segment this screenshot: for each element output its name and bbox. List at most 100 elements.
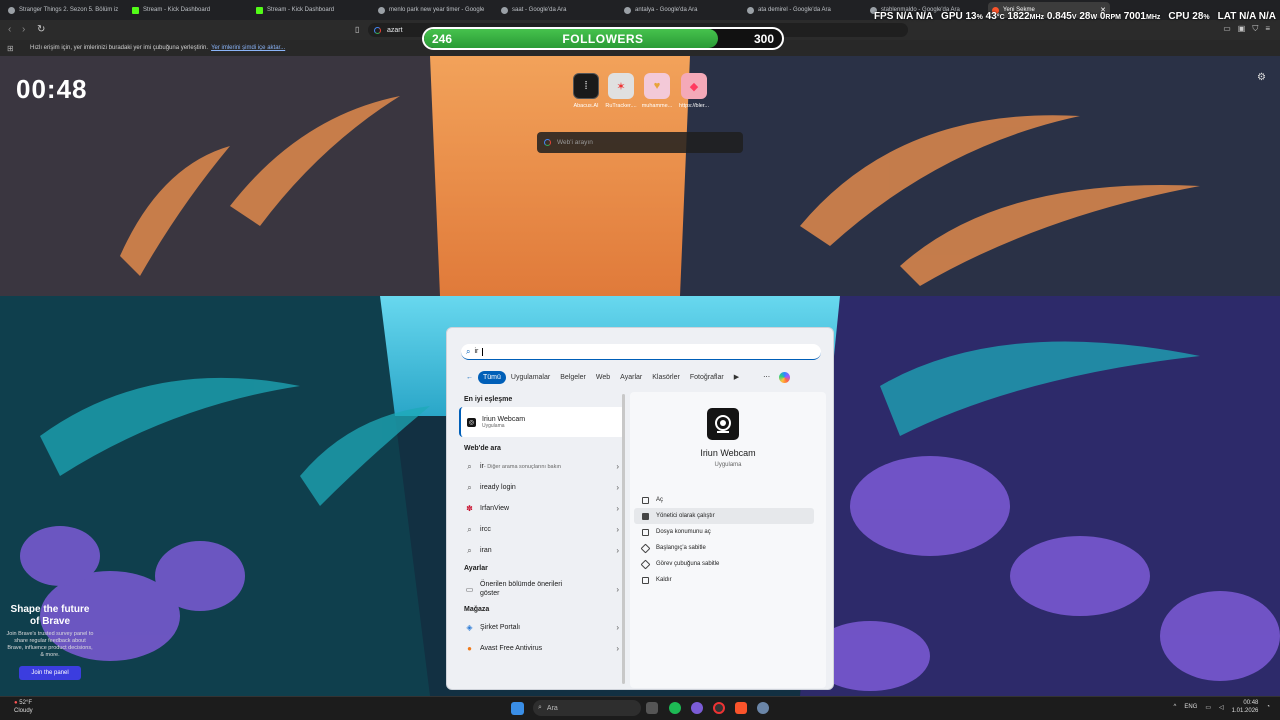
followers-goal-bar: 246 FOLLOWERS 300 bbox=[422, 27, 784, 50]
kick-icon bbox=[256, 6, 263, 14]
google-icon bbox=[378, 6, 385, 14]
settings-result[interactable]: ▭ Önerilen bölümde önerileri göster › bbox=[459, 576, 625, 602]
heart-icon: ♥ bbox=[644, 73, 670, 99]
action-pin-to-start[interactable]: Başlangıç'a sabitle bbox=[634, 540, 814, 556]
store-result[interactable]: ● Avast Free Antivirus › bbox=[459, 638, 625, 659]
folder-icon bbox=[642, 528, 649, 536]
search-icon: ⌕ bbox=[538, 704, 542, 711]
abacus-icon: ⁞ bbox=[573, 73, 599, 99]
chevron-right-icon: › bbox=[616, 584, 619, 594]
more-options-icon[interactable]: ⋯ bbox=[758, 370, 775, 384]
ticket-icon: ◆ bbox=[681, 73, 707, 99]
section-settings: Ayarlar bbox=[464, 565, 488, 572]
tray-clock[interactable]: 00:48 1.01.2026 bbox=[1232, 699, 1259, 715]
store-result[interactable]: ◈ Şirket Portalı › bbox=[459, 617, 625, 638]
best-match-item[interactable]: ◎ Iriun Webcam Uygulama bbox=[459, 407, 625, 437]
back-icon[interactable]: ‹ bbox=[8, 24, 11, 36]
tab[interactable]: saat - Google'da Ara bbox=[497, 2, 619, 18]
tab[interactable]: Stranger Things 2. Sezon 5. Bölüm iz bbox=[4, 2, 126, 18]
action-uninstall[interactable]: Kaldır bbox=[634, 572, 814, 588]
tab[interactable]: Stream - Kick Dashboard bbox=[252, 2, 374, 18]
apps-icon[interactable]: ⊞ bbox=[7, 44, 14, 53]
filter-tabs: ← Tümü Uygulamalar Belgeler Web Ayarlar … bbox=[461, 369, 825, 385]
settings-gear-icon[interactable]: ⚙ bbox=[1257, 72, 1266, 83]
play-more-icon[interactable]: ▶ bbox=[729, 370, 744, 384]
web-result[interactable]: ⌕ ir - Diğer arama sonuçlarını bakın › bbox=[459, 456, 625, 477]
section-web: Web'de ara bbox=[464, 445, 501, 452]
settings-icon[interactable] bbox=[757, 702, 769, 714]
extensions-icon[interactable]: ▭ bbox=[1223, 24, 1231, 34]
results-scrollbar[interactable] bbox=[622, 394, 625, 684]
ntp-clock: 00:48 bbox=[16, 74, 88, 104]
shortcut-muhamme[interactable]: ♥ muhamme... bbox=[636, 73, 678, 109]
filter-settings[interactable]: Ayarlar bbox=[615, 371, 647, 384]
web-result[interactable]: ⌕ iready login › bbox=[459, 477, 625, 498]
chevron-right-icon: › bbox=[616, 462, 619, 471]
ntp-search-input[interactable]: Web'i arayın bbox=[537, 132, 743, 153]
pin-icon bbox=[640, 559, 651, 569]
action-pin-to-taskbar[interactable]: Görev çubuğuna sabitle bbox=[634, 556, 814, 572]
webcam-icon: ◎ bbox=[467, 417, 476, 427]
notification-bell-icon[interactable]: ◔ bbox=[1266, 704, 1270, 710]
action-run-as-admin[interactable]: Yönetici olarak çalıştır bbox=[634, 508, 814, 524]
action-open[interactable]: Aç bbox=[634, 492, 814, 508]
spotify-icon[interactable] bbox=[669, 702, 681, 714]
menu-icon[interactable]: ≡ bbox=[1265, 24, 1270, 34]
search-icon: ⌕ bbox=[467, 461, 472, 471]
reload-icon[interactable]: ↻ bbox=[37, 24, 45, 36]
tab[interactable]: Stream - Kick Dashboard bbox=[128, 2, 250, 18]
tab[interactable]: ata demirel - Google'da Ara bbox=[743, 2, 865, 18]
taskbar-search[interactable]: ⌕ Ara bbox=[533, 700, 641, 716]
chevron-right-icon: › bbox=[616, 623, 619, 632]
bookmark-icon[interactable]: ▯ bbox=[355, 24, 359, 36]
start-search-input[interactable]: ⌕ ir bbox=[461, 344, 821, 360]
preview-pane: Iriun Webcam Uygulama Aç Yönetici olarak… bbox=[630, 392, 826, 688]
company-portal-icon: ◈ bbox=[466, 623, 473, 632]
copilot-icon[interactable] bbox=[779, 371, 791, 383]
network-icon[interactable]: ▭ bbox=[1205, 704, 1211, 711]
weather-widget[interactable]: ● 52°F Cloudy bbox=[14, 699, 33, 715]
back-arrow-icon[interactable]: ← bbox=[461, 371, 478, 384]
followers-label: FOLLOWERS bbox=[562, 32, 644, 46]
results-list: En iyi eşleşme ◎ Iriun Webcam Uygulama We… bbox=[459, 392, 625, 686]
filter-apps[interactable]: Uygulamalar bbox=[506, 371, 555, 384]
web-result[interactable]: ⌕ ircc › bbox=[459, 519, 625, 540]
wallet-icon[interactable]: ▣ bbox=[1238, 24, 1246, 34]
section-best-match: En iyi eşleşme bbox=[464, 396, 513, 403]
google-icon bbox=[374, 26, 381, 34]
forward-icon[interactable]: › bbox=[22, 24, 25, 36]
task-view-icon[interactable] bbox=[646, 702, 658, 714]
shield-icon[interactable]: ⛉ bbox=[1252, 24, 1258, 34]
discord-icon[interactable] bbox=[691, 702, 703, 714]
web-result[interactable]: ⌕ iran › bbox=[459, 540, 625, 561]
cpu-stat: CPU 28% bbox=[1168, 11, 1210, 22]
chevron-right-icon: › bbox=[616, 525, 619, 534]
web-result[interactable]: ✽ IrfanView › bbox=[459, 498, 625, 519]
trash-icon bbox=[642, 576, 649, 584]
action-open-file-location[interactable]: Dosya konumunu aç bbox=[634, 524, 814, 540]
tab-favicon-icon bbox=[8, 6, 15, 14]
filter-web[interactable]: Web bbox=[591, 371, 615, 384]
obs-icon[interactable] bbox=[713, 702, 725, 714]
open-icon bbox=[642, 496, 649, 504]
filter-folders[interactable]: Klasörler bbox=[647, 371, 685, 384]
rutracker-icon: ✶ bbox=[608, 73, 634, 99]
import-bookmarks-link[interactable]: Yer imlerini şimdi içe aktar... bbox=[211, 45, 285, 51]
volume-icon[interactable]: ◁ bbox=[1219, 704, 1224, 711]
tab[interactable]: menlo park new year timer - Google bbox=[374, 2, 496, 18]
filter-all[interactable]: Tümü bbox=[478, 370, 506, 384]
shortcut-bler[interactable]: ◆ https://bler... bbox=[673, 73, 715, 109]
kick-icon bbox=[132, 6, 139, 14]
promo-title: Shape the future of Brave bbox=[10, 604, 90, 627]
tab[interactable]: antalya - Google'da Ara bbox=[620, 2, 742, 18]
filter-documents[interactable]: Belgeler bbox=[555, 371, 591, 384]
lang-indicator[interactable]: ENG bbox=[1184, 704, 1197, 710]
join-panel-button[interactable]: Join the panel bbox=[19, 666, 81, 680]
brave-icon[interactable] bbox=[735, 702, 747, 714]
chevron-up-icon[interactable]: ^ bbox=[1174, 704, 1177, 710]
filter-photos[interactable]: Fotoğraflar bbox=[685, 371, 729, 384]
chevron-right-icon: › bbox=[616, 483, 619, 492]
chevron-right-icon: › bbox=[616, 644, 619, 653]
windows-start-icon[interactable] bbox=[511, 702, 524, 715]
preview-app-type: Uygulama bbox=[714, 462, 742, 468]
